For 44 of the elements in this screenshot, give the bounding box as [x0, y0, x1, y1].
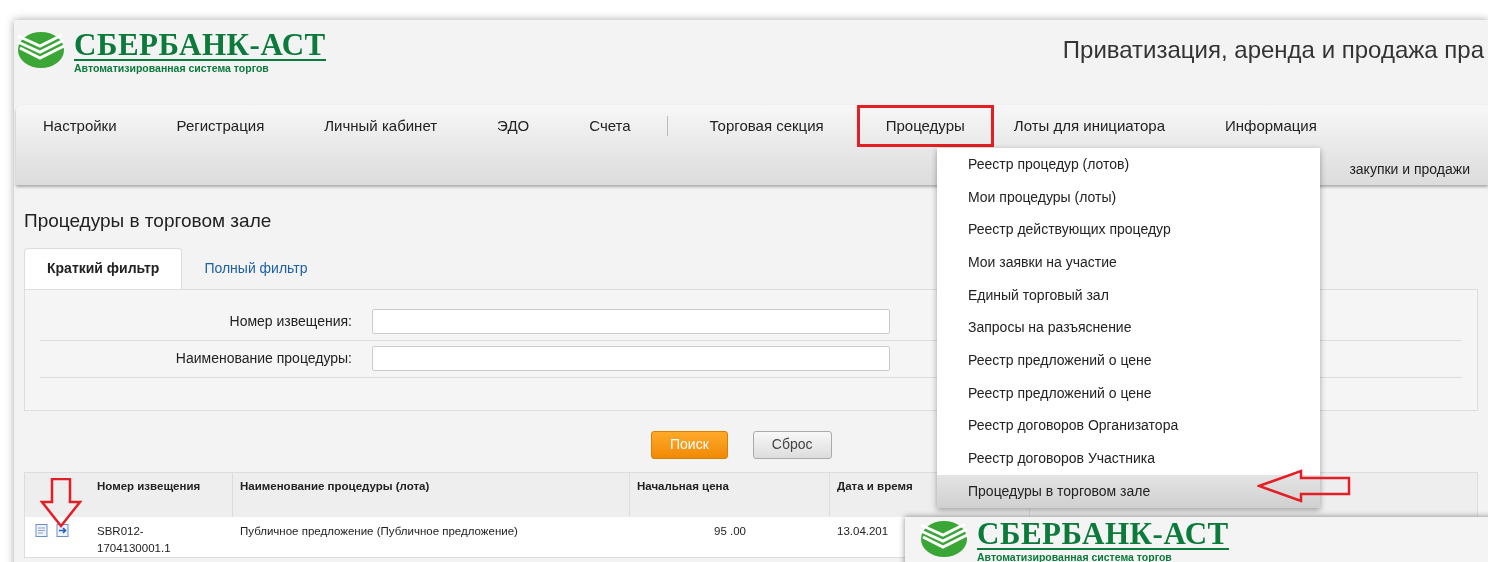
filter-tab[interactable]: Полный фильтр: [182, 247, 330, 289]
document-icon[interactable]: [35, 523, 48, 537]
left-arrow-icon: [1257, 469, 1351, 503]
nav-item[interactable]: Процедуры: [856, 105, 994, 147]
page-title: Процедуры в торговом зале: [24, 209, 272, 233]
menu-item[interactable]: Реестр действующих процедур: [937, 213, 1320, 247]
nav-item[interactable]: Информация: [1225, 105, 1317, 147]
site-title: Приватизация, аренда и продажа пра: [1062, 35, 1484, 65]
menu-item[interactable]: Реестр договоров Организатора: [937, 409, 1320, 443]
menu-item[interactable]: Мои заявки на участие: [937, 246, 1320, 279]
filter-tab[interactable]: Краткий фильтр: [24, 247, 183, 289]
menu-item[interactable]: Процедуры в торговом зале: [937, 474, 1320, 508]
table-cell-text: 13.04.201: [836, 523, 890, 539]
nav-item[interactable]: Счета: [589, 105, 631, 147]
table-cell-text: 95 .00: [713, 523, 747, 539]
menu-item[interactable]: Единый торговый зал: [937, 278, 1320, 312]
down-arrow-icon: [40, 478, 82, 528]
menu-item[interactable]: Запросы на разъяснение: [937, 311, 1320, 345]
text-field[interactable]: [372, 346, 890, 371]
logo-name: СБЕРБАНК-АСТ: [977, 519, 1229, 550]
nav-item[interactable]: Регистрация: [176, 105, 265, 147]
menu-item[interactable]: Мои процедуры (лоты): [937, 180, 1320, 214]
field-label: Номер извещения:: [228, 312, 353, 331]
nav-item[interactable]: Лоты для инициатора: [1013, 105, 1166, 147]
field-label: Наименование процедуры:: [174, 349, 353, 368]
reset-button[interactable]: Сброс: [752, 430, 832, 459]
column-header: Начальная цена: [630, 472, 830, 517]
export-icon[interactable]: [56, 523, 69, 537]
logo-tagline: Автоматизированная система торгов: [74, 62, 270, 75]
nav-item[interactable]: Настройки: [43, 105, 117, 147]
menu-item[interactable]: Реестр предложений о цене: [937, 344, 1320, 377]
menu-item[interactable]: Реестр предложений о цене: [937, 376, 1320, 410]
text-field[interactable]: [372, 309, 890, 334]
menu-item[interactable]: Реестр договоров Участника: [937, 442, 1320, 475]
logo-name: СБЕРБАНК-АСТ: [74, 30, 326, 61]
table-cell-text: Публичное предложение (Публичное предложение): [239, 523, 519, 539]
nav-item[interactable]: закупки и продажи: [1349, 159, 1470, 180]
menu-item[interactable]: Реестр процедур (лотов): [937, 148, 1320, 181]
nav-item[interactable]: Торговая секция: [709, 105, 824, 147]
nav-item[interactable]: Личный кабинет: [324, 105, 438, 147]
nav-item[interactable]: ЭДО: [497, 105, 530, 147]
table-cell-text: SBR012-1704130001.1: [96, 523, 172, 556]
column-header: Наименование процедуры (лота): [233, 472, 630, 517]
column-header: Номер извещения: [90, 472, 233, 517]
